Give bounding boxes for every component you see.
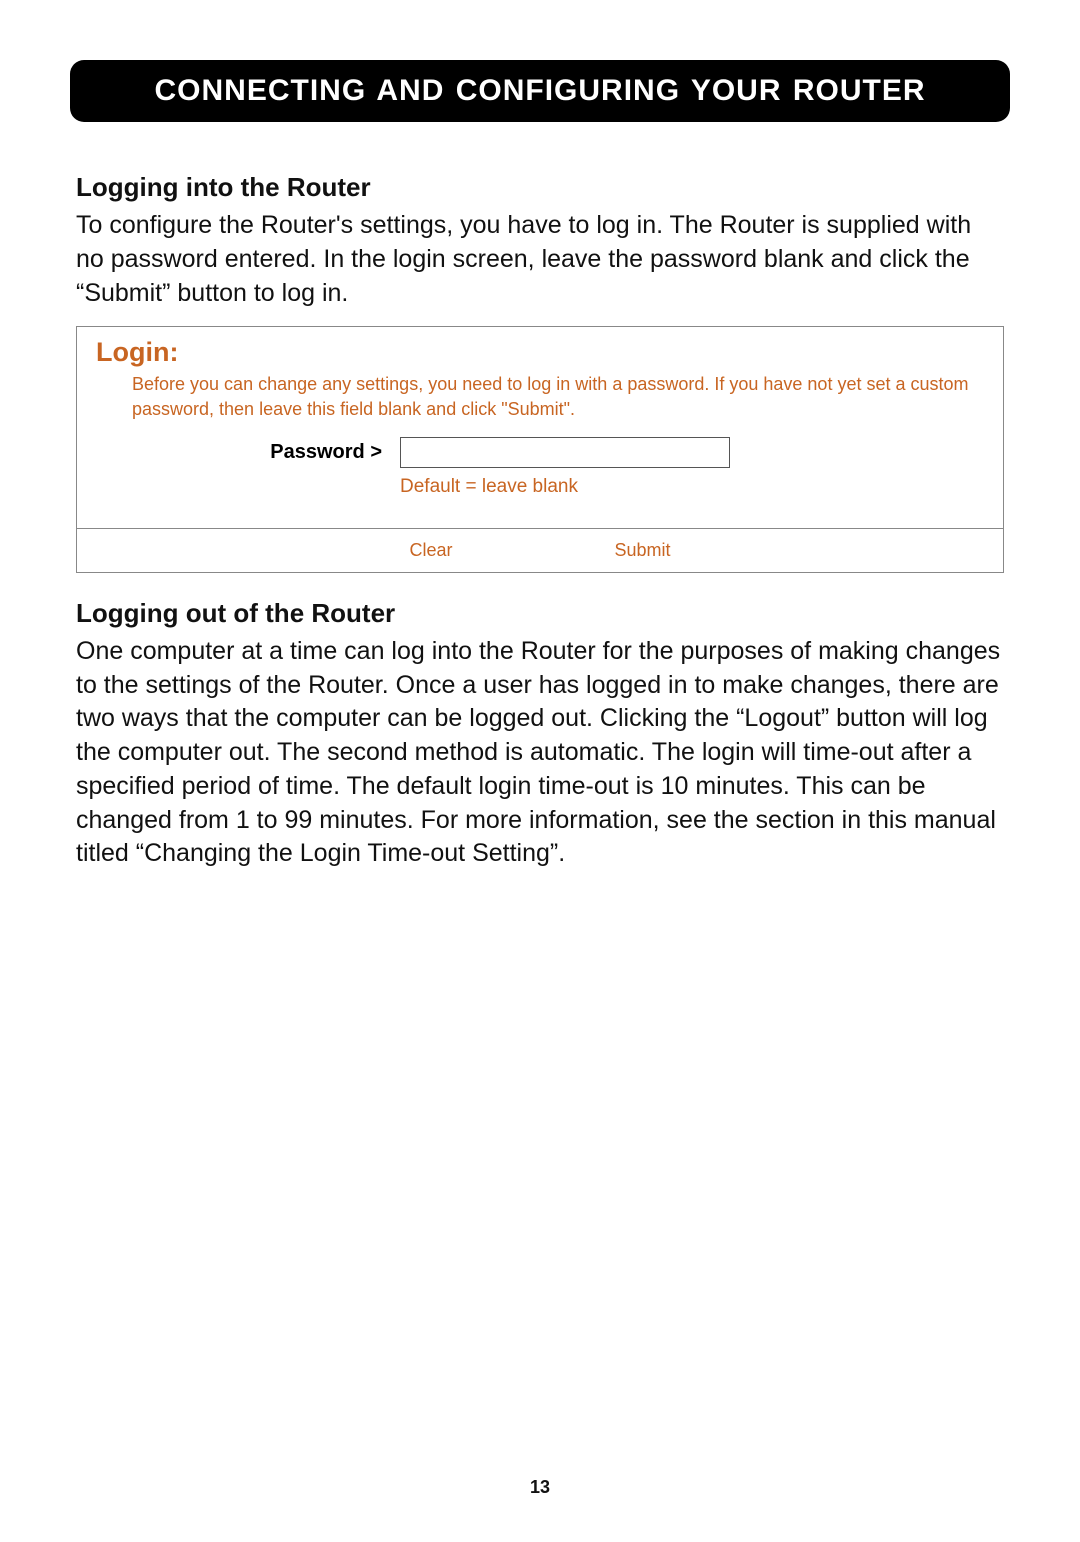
login-panel-help: Before you can change any settings, you … bbox=[132, 372, 988, 421]
button-row: Clear Submit bbox=[92, 530, 988, 572]
section-banner: CONNECTING AND CONFIGURING YOUR ROUTER bbox=[70, 60, 1010, 122]
paragraph-logout: One computer at a time can log into the … bbox=[76, 635, 1004, 871]
page-number: 13 bbox=[0, 1477, 1080, 1498]
password-input-block: Default = leave blank bbox=[400, 437, 730, 498]
password-hint: Default = leave blank bbox=[400, 476, 730, 498]
login-panel: Login: Before you can change any setting… bbox=[76, 326, 1004, 573]
content-area: Logging into the Router To configure the… bbox=[70, 172, 1010, 871]
page: CONNECTING AND CONFIGURING YOUR ROUTER L… bbox=[0, 0, 1080, 1542]
password-row: Password > Default = leave blank bbox=[132, 437, 988, 498]
password-input[interactable] bbox=[400, 437, 730, 468]
clear-button[interactable]: Clear bbox=[403, 536, 458, 565]
paragraph-login: To configure the Router's settings, you … bbox=[76, 209, 1004, 310]
heading-logout: Logging out of the Router bbox=[76, 598, 1004, 629]
heading-login: Logging into the Router bbox=[76, 172, 1004, 203]
submit-button[interactable]: Submit bbox=[608, 536, 676, 565]
login-panel-title: Login: bbox=[96, 337, 988, 368]
banner-title: CONNECTING AND CONFIGURING YOUR ROUTER bbox=[154, 74, 925, 108]
password-label: Password > bbox=[132, 437, 400, 464]
